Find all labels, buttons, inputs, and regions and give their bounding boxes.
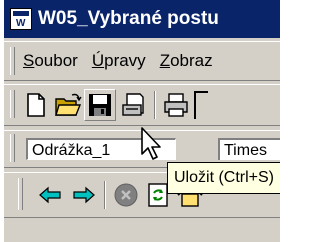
toolbar-grip-handle[interactable] — [10, 90, 15, 118]
new-document-icon[interactable] — [22, 91, 50, 119]
toolbar-grip-handle[interactable] — [18, 178, 23, 210]
toolbar-separator — [104, 181, 106, 209]
floppy-disk-icon — [89, 94, 111, 116]
menu-bar: Soubor Úpravy Zobraz — [4, 41, 280, 81]
save-button[interactable] — [84, 89, 116, 121]
open-folder-icon[interactable] — [54, 91, 82, 119]
title-bar[interactable]: W W05_Vybrané postu — [4, 0, 280, 38]
mouse-pointer-icon — [141, 127, 161, 160]
menu-upravy[interactable]: Úpravy — [92, 51, 146, 71]
application-window: W W05_Vybrané postu Soubor Úpravy Zobraz — [2, 0, 280, 242]
menu-soubor[interactable]: Soubor — [23, 51, 78, 71]
window-title: W05_Vybrané postu — [38, 8, 219, 29]
word-document-icon[interactable]: W — [10, 8, 32, 30]
back-arrow-icon[interactable] — [36, 181, 64, 209]
forward-arrow-icon[interactable] — [70, 181, 98, 209]
icon-glyph: W — [16, 18, 26, 29]
print-preview-icon[interactable] — [120, 91, 148, 119]
menu-zobrazit[interactable]: Zobraz — [160, 51, 213, 71]
standard-toolbar — [4, 84, 280, 126]
font-dropdown[interactable]: Times — [218, 138, 280, 160]
print-icon[interactable] — [162, 91, 190, 119]
save-tooltip: Uložit (Ctrl+S) — [167, 162, 280, 194]
stop-icon[interactable] — [112, 181, 140, 209]
toolbar-grip-handle[interactable] — [10, 134, 15, 162]
icon-titlestrip — [13, 11, 29, 16]
toolbar-separator — [154, 91, 156, 119]
menubar-grip-handle[interactable] — [10, 47, 15, 75]
spelling-button[interactable] — [194, 91, 208, 119]
